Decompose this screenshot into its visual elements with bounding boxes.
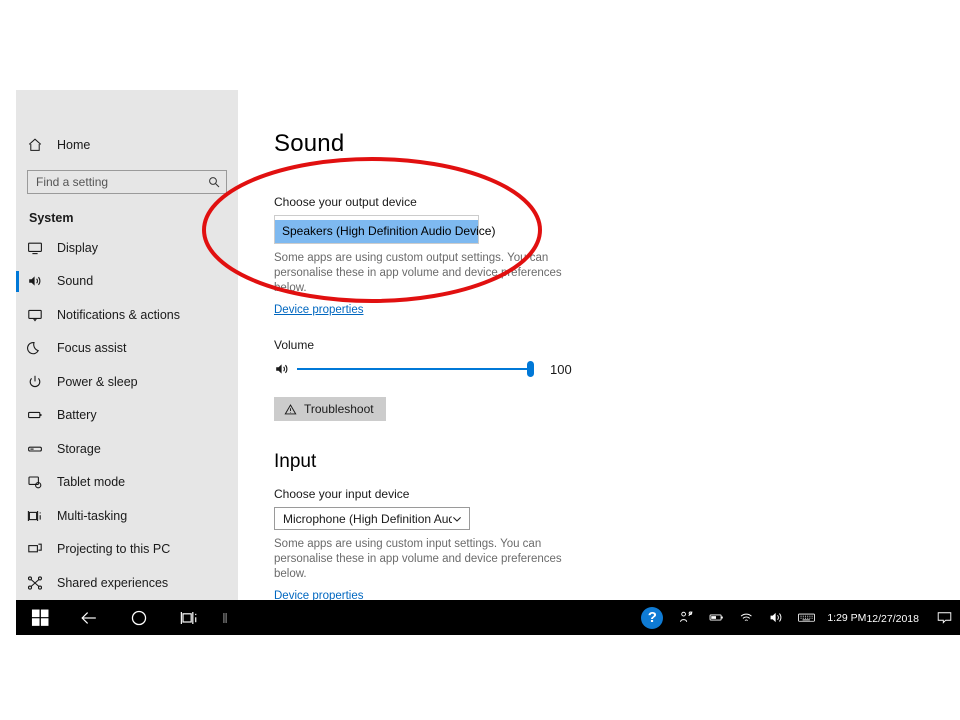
sidebar-item-sound[interactable]: Sound: [16, 265, 238, 299]
share-icon: [27, 575, 43, 591]
notification-icon: [27, 307, 43, 323]
output-device-properties-link[interactable]: Device properties: [274, 304, 363, 316]
sidebar-item-battery[interactable]: Battery: [16, 399, 238, 433]
speaker-icon: [27, 273, 43, 289]
sidebar-item-focus-assist[interactable]: Focus assist: [16, 332, 238, 366]
tablet-icon: [27, 474, 43, 490]
back-arrow-icon[interactable]: [64, 600, 114, 635]
output-device-label: Choose your output device: [274, 195, 417, 209]
page-title: Sound: [274, 130, 345, 157]
sidebar-item-storage[interactable]: Storage: [16, 432, 238, 466]
troubleshoot-label: Troubleshoot: [304, 402, 374, 416]
warning-triangle-icon: [284, 403, 297, 416]
volume-value: 100: [550, 361, 572, 377]
input-device-selected-value: Microphone (High Definition Audi...: [283, 511, 452, 526]
sidebar-item-label: Multi-tasking: [57, 508, 128, 523]
battery-icon[interactable]: [701, 600, 731, 635]
sidebar-item-label: Notifications & actions: [57, 307, 180, 322]
home-label: Home: [57, 138, 91, 152]
sidebar-item-projecting[interactable]: Projecting to this PC: [16, 533, 238, 567]
output-helper-text: Some apps are using custom output settin…: [274, 252, 562, 294]
sidebar-item-label: Shared experiences: [57, 575, 169, 590]
wifi-icon[interactable]: [731, 600, 761, 635]
search-icon: [208, 176, 220, 188]
sidebar: Home Find a setting System Display Sound…: [16, 90, 238, 600]
keyboard-icon[interactable]: [791, 600, 821, 635]
power-icon: [27, 374, 43, 390]
sidebar-item-home[interactable]: Home: [16, 130, 238, 160]
storage-icon: [27, 441, 43, 457]
output-device-dropdown[interactable]: Speakers (High Definition Audio Device): [274, 215, 495, 244]
content-area: Sound Choose your output device Speakers…: [238, 90, 960, 600]
volume-icon: [274, 361, 290, 377]
input-device-dropdown[interactable]: Microphone (High Definition Audi...: [274, 507, 470, 530]
taskbar: ‖ ? 1:29 PM 12/27/2018: [16, 600, 960, 635]
project-icon: [27, 541, 43, 557]
settings-window: Home Find a setting System Display Sound…: [16, 90, 960, 600]
chevron-down-icon: [452, 514, 462, 524]
sidebar-item-label: Battery: [57, 408, 97, 423]
help-question-icon[interactable]: ?: [633, 600, 671, 635]
home-icon: [27, 137, 43, 153]
search-placeholder: Find a setting: [36, 175, 109, 189]
output-device-option-selected[interactable]: Speakers (High Definition Audio Device): [275, 220, 495, 243]
sidebar-item-notifications[interactable]: Notifications & actions: [16, 298, 238, 332]
volume-row: 100: [274, 361, 604, 377]
input-device-label: Choose your input device: [274, 487, 410, 501]
sidebar-item-label: Tablet mode: [57, 475, 126, 490]
volume-slider-track: [297, 368, 534, 370]
troubleshoot-button[interactable]: Troubleshoot: [274, 397, 386, 421]
cortana-circle-icon[interactable]: [114, 600, 164, 635]
task-view-icon[interactable]: [164, 600, 214, 635]
action-center-icon[interactable]: [928, 600, 960, 635]
input-device-properties-link[interactable]: Device properties: [274, 590, 363, 600]
clock-time: 1:29 PM: [827, 611, 867, 624]
sidebar-item-label: Projecting to this PC: [57, 542, 171, 557]
sidebar-item-display[interactable]: Display: [16, 231, 238, 265]
volume-slider[interactable]: [297, 361, 534, 377]
help-question-glyph: ?: [641, 606, 664, 629]
sidebar-item-label: Power & sleep: [57, 374, 138, 389]
clock-date: 12/27/2018: [866, 612, 919, 625]
taskbar-clock[interactable]: 1:29 PM 12/27/2018: [821, 600, 928, 635]
taskbar-divider: ‖: [222, 609, 228, 626]
search-input[interactable]: Find a setting: [27, 170, 227, 194]
sidebar-item-power-sleep[interactable]: Power & sleep: [16, 365, 238, 399]
monitor-icon: [27, 240, 43, 256]
person-share-icon[interactable]: [671, 600, 701, 635]
sidebar-item-label: Focus assist: [57, 341, 127, 356]
sidebar-item-label: Sound: [57, 274, 94, 289]
sidebar-section-system: System: [29, 211, 74, 225]
moon-icon: [27, 340, 43, 356]
sidebar-item-multitasking[interactable]: Multi-tasking: [16, 499, 238, 533]
windows-start-icon[interactable]: [16, 600, 64, 635]
sidebar-item-shared-experiences[interactable]: Shared experiences: [16, 566, 238, 600]
input-section-heading: Input: [274, 451, 317, 472]
input-helper-text: Some apps are using custom input setting…: [274, 538, 562, 580]
main-column: Choose your output device Speakers (High…: [274, 195, 604, 600]
volume-slider-thumb[interactable]: [527, 361, 534, 377]
multitask-icon: [27, 508, 43, 524]
battery-icon: [27, 407, 43, 423]
sidebar-item-label: Display: [57, 240, 98, 255]
volume-label: Volume: [274, 338, 315, 352]
sidebar-item-label: Storage: [57, 441, 101, 456]
sidebar-item-tablet-mode[interactable]: Tablet mode: [16, 466, 238, 500]
volume-icon[interactable]: [761, 600, 791, 635]
